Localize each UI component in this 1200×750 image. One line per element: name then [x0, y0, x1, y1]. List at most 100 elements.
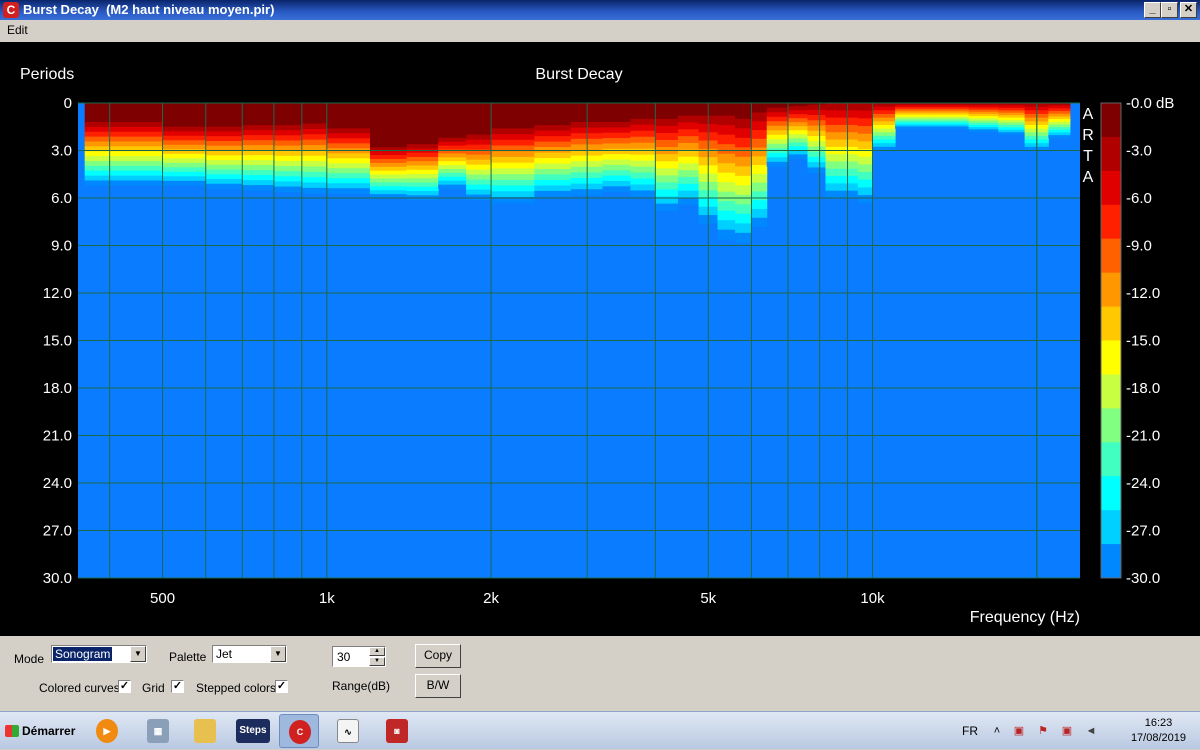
decay-band-cell	[751, 121, 768, 131]
mode-select[interactable]: Sonogram ▼	[51, 645, 147, 663]
decay-band-cell	[751, 138, 768, 149]
decay-band-cell	[602, 148, 631, 155]
colorbar-swatch	[1101, 442, 1121, 477]
spin-down-icon[interactable]: ▼	[369, 657, 385, 666]
decay-band-cell	[273, 130, 303, 136]
sonogram-chart: 0 3.0 6.0 9.0 12.0 15.0 18.0 21.0 24.0 27.0 30.0 50…	[20, 66, 1174, 626]
tray-expand-icon[interactable]: ˄	[990, 724, 1004, 738]
security-alert-icon[interactable]: ▣	[1060, 724, 1074, 738]
decay-band-cell	[602, 122, 631, 128]
decay-band-cell	[301, 161, 328, 167]
y-tick-label: 0	[64, 95, 72, 112]
chevron-down-icon[interactable]: ▼	[270, 646, 286, 662]
decay-band-cell	[857, 187, 874, 196]
grid-checkbox[interactable]: ✓	[171, 680, 184, 693]
volume-icon[interactable]: ◄	[1084, 724, 1098, 738]
decay-band-cell	[787, 126, 808, 131]
colored-curves-checkbox[interactable]: ✓	[118, 680, 131, 693]
decay-band-cell	[162, 144, 207, 150]
decay-band-cell	[766, 161, 789, 167]
clock[interactable]: 16:23 17/08/2019	[1131, 716, 1186, 746]
decay-band-cell	[491, 191, 535, 198]
y-tick-label: 6.0	[51, 190, 72, 207]
stepped-colors-checkbox[interactable]: ✓	[275, 680, 288, 693]
media-player-taskbar-button[interactable]: ▶	[87, 714, 127, 748]
decay-band-cell	[205, 126, 243, 132]
decay-band-cell	[273, 140, 303, 147]
decay-band-cell	[998, 132, 1026, 136]
decay-band-cell	[84, 180, 164, 186]
colorbar-swatch	[1101, 340, 1121, 375]
decay-band-cell	[438, 169, 467, 174]
menu-edit[interactable]: Edit	[7, 23, 28, 37]
decay-band-cell	[406, 161, 439, 166]
stepped-colors-label: Stepped colors	[196, 681, 277, 695]
media-player-icon: ▶	[96, 719, 118, 743]
decay-band-cell	[717, 210, 736, 221]
spin-up-icon[interactable]: ▲	[369, 647, 385, 656]
calculator-taskbar-button[interactable]: ▦	[138, 714, 178, 748]
decay-band-cell	[825, 139, 843, 148]
decay-band-cell	[735, 194, 752, 205]
decay-band-cell	[370, 151, 408, 156]
decay-band-cell	[162, 171, 207, 177]
decay-band-cell	[825, 190, 843, 199]
start-button[interactable]: Démarrer	[2, 715, 80, 747]
steps-taskbar-button[interactable]: Steps	[233, 714, 273, 748]
decay-band-cell	[751, 156, 768, 166]
arta-letter: A	[1083, 106, 1094, 123]
decay-band-cell	[602, 170, 631, 177]
arta-letter: R	[1082, 127, 1094, 144]
palette-label: Palette	[169, 650, 207, 664]
decay-band-cell	[630, 166, 656, 174]
decay-band-cell	[766, 112, 789, 118]
arta-taskbar-button[interactable]: C	[279, 714, 319, 748]
close-button[interactable]: ✕	[1180, 2, 1197, 18]
title-bar[interactable]: C Burst Decay (M2 haut niveau moyen.pir)…	[0, 0, 1200, 20]
decay-band-cell	[438, 176, 467, 182]
range-spinbox[interactable]: 30 ▲ ▼	[332, 646, 386, 667]
chevron-down-icon[interactable]: ▼	[130, 646, 146, 662]
decay-band-cell	[630, 184, 656, 191]
decay-band-cell	[677, 163, 700, 171]
copy-button[interactable]: Copy	[415, 644, 461, 668]
palette-select[interactable]: Jet ▼	[212, 645, 287, 663]
explorer-taskbar-button[interactable]	[185, 714, 225, 748]
decay-band-cell	[825, 168, 843, 177]
decay-band-cell	[825, 110, 843, 119]
decay-band-cell	[655, 182, 679, 190]
decay-band-cell	[438, 157, 467, 162]
clock-time: 16:23	[1144, 717, 1173, 729]
decay-band-cell	[751, 173, 768, 184]
network-warning-icon[interactable]: ▣	[1012, 724, 1026, 738]
decay-band-cell	[370, 170, 408, 176]
decay-band-cell	[872, 106, 896, 111]
capture-taskbar-button[interactable]: ◙	[377, 714, 417, 748]
decay-band-cell	[842, 132, 859, 141]
decay-band-cell	[934, 126, 970, 129]
decay-band-cell	[842, 110, 859, 119]
decay-band-cell	[630, 124, 656, 132]
decay-band-cell	[630, 136, 656, 144]
flag-icon[interactable]: ⚑	[1036, 724, 1050, 738]
decay-band-cell	[301, 177, 328, 184]
decay-band-cell	[370, 159, 408, 164]
language-indicator[interactable]: FR	[962, 724, 978, 738]
restore-button[interactable]: ▫	[1161, 2, 1178, 18]
control-panel: Mode Sonogram ▼ Palette Jet ▼ 30 ▲ ▼ Ran…	[0, 637, 1200, 711]
decay-band-cell	[872, 135, 896, 141]
limp-taskbar-button[interactable]: ∿	[328, 714, 368, 748]
minimize-button[interactable]: _	[1144, 2, 1161, 18]
decay-band-cell	[242, 135, 275, 141]
decay-band-cell	[406, 165, 439, 171]
decay-band-cell	[630, 178, 656, 185]
colorbar-label: -12.0	[1126, 285, 1160, 302]
colorbar-label: -27.0	[1126, 523, 1160, 540]
decay-band-cell	[84, 122, 164, 128]
bw-button[interactable]: B/W	[415, 674, 461, 698]
decay-band-cell	[162, 140, 207, 146]
decay-band-cell	[751, 217, 768, 227]
decay-band-cell	[807, 109, 826, 116]
decay-band-cell	[735, 175, 752, 186]
decay-band-cell	[534, 152, 572, 159]
